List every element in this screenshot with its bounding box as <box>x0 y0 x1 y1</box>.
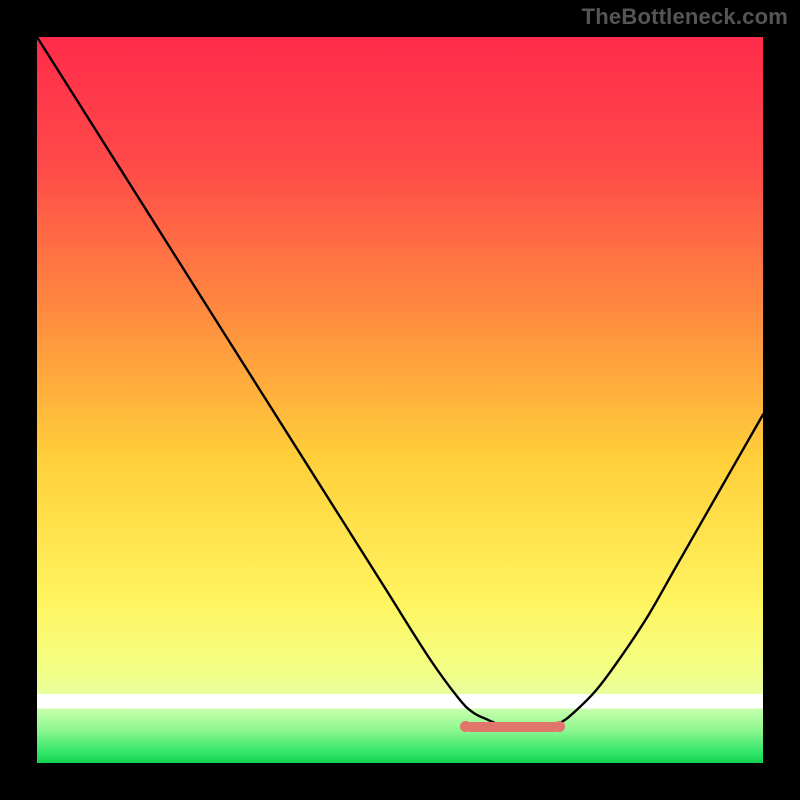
chart-frame: TheBottleneck.com <box>0 0 800 800</box>
bottleneck-curves <box>37 37 763 763</box>
watermark-text: TheBottleneck.com <box>582 4 788 30</box>
left-curve <box>37 37 531 727</box>
optimal-range-endpoint <box>460 721 471 732</box>
plot-area <box>37 37 763 763</box>
right-curve <box>531 415 763 727</box>
optimal-range-band <box>465 722 559 732</box>
